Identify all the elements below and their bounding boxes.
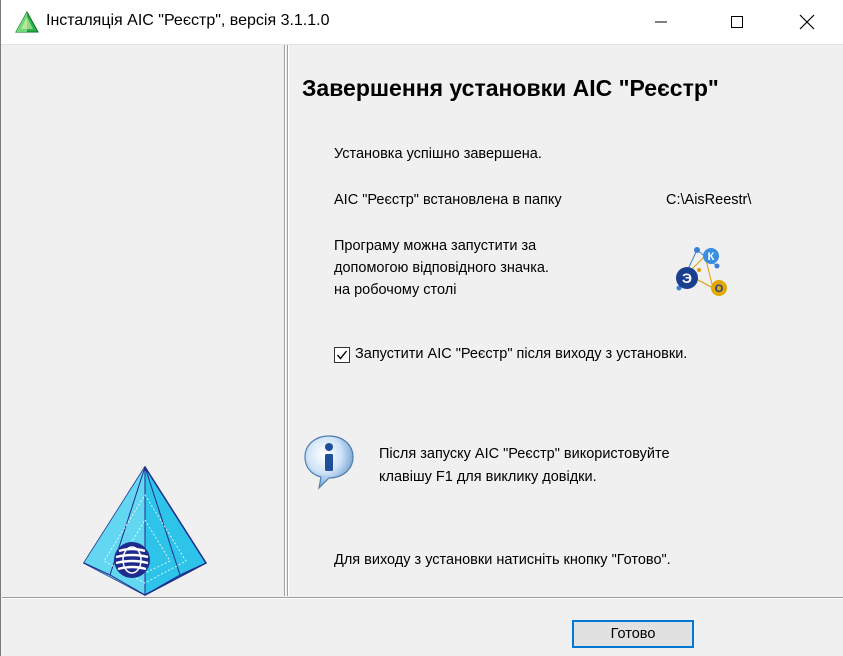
launch-hint-line: на робочому столі [334, 282, 457, 298]
help-note: Після запуску АІС "Реєстр" використовуйт… [379, 443, 670, 489]
svg-text:Э: Э [682, 270, 692, 286]
maximize-icon [731, 16, 743, 28]
help-note-line: клавішу F1 для виклику довідки. [379, 469, 597, 485]
close-icon [799, 14, 815, 30]
pyramid-logo-icon [82, 465, 208, 596]
maximize-button[interactable] [707, 0, 767, 44]
checkmark-icon [336, 350, 348, 360]
page-title: Завершення установки АІС "Реєстр" [302, 75, 719, 101]
close-button[interactable] [777, 0, 837, 44]
launch-hint: Програму можна запустити за допомогою ві… [334, 235, 549, 301]
launch-hint-line: Програму можна запустити за [334, 238, 537, 254]
title-bar: Інсталяція АІС "Реєстр", версія 3.1.1.0 [1, 0, 843, 45]
launch-hint-line: допомогою відповідного значка. [334, 260, 549, 276]
installed-label: АІС "Реєстр" встановлена в папку [334, 192, 562, 208]
svg-text:О: О [715, 283, 724, 295]
minimize-icon [655, 21, 667, 23]
desktop-shortcut-icon: Э К О [676, 247, 727, 296]
footer-separator [2, 597, 843, 598]
install-path: C:\AisReestr\ [666, 192, 752, 208]
success-text: Установка успішно завершена. [334, 146, 542, 162]
green-triangle-icon [15, 10, 39, 33]
minimize-button[interactable] [631, 0, 691, 44]
vertical-divider [284, 45, 285, 596]
help-note-line: Після запуску АІС "Реєстр" використовуйт… [379, 446, 670, 462]
launch-checkbox-label[interactable]: Запустити АІС "Реєстр" після виходу з ус… [355, 346, 687, 362]
window-title: Інсталяція АІС "Реєстр", версія 3.1.1.0 [46, 12, 330, 29]
installer-window: Інсталяція АІС "Реєстр", версія 3.1.1.0 [0, 0, 843, 656]
launch-checkbox[interactable] [334, 347, 350, 363]
exit-hint: Для виходу з установки натисніть кнопку … [334, 552, 671, 568]
info-icon [304, 435, 354, 490]
finish-button[interactable]: Готово [572, 620, 694, 648]
svg-text:К: К [708, 251, 715, 263]
side-banner [2, 45, 284, 597]
